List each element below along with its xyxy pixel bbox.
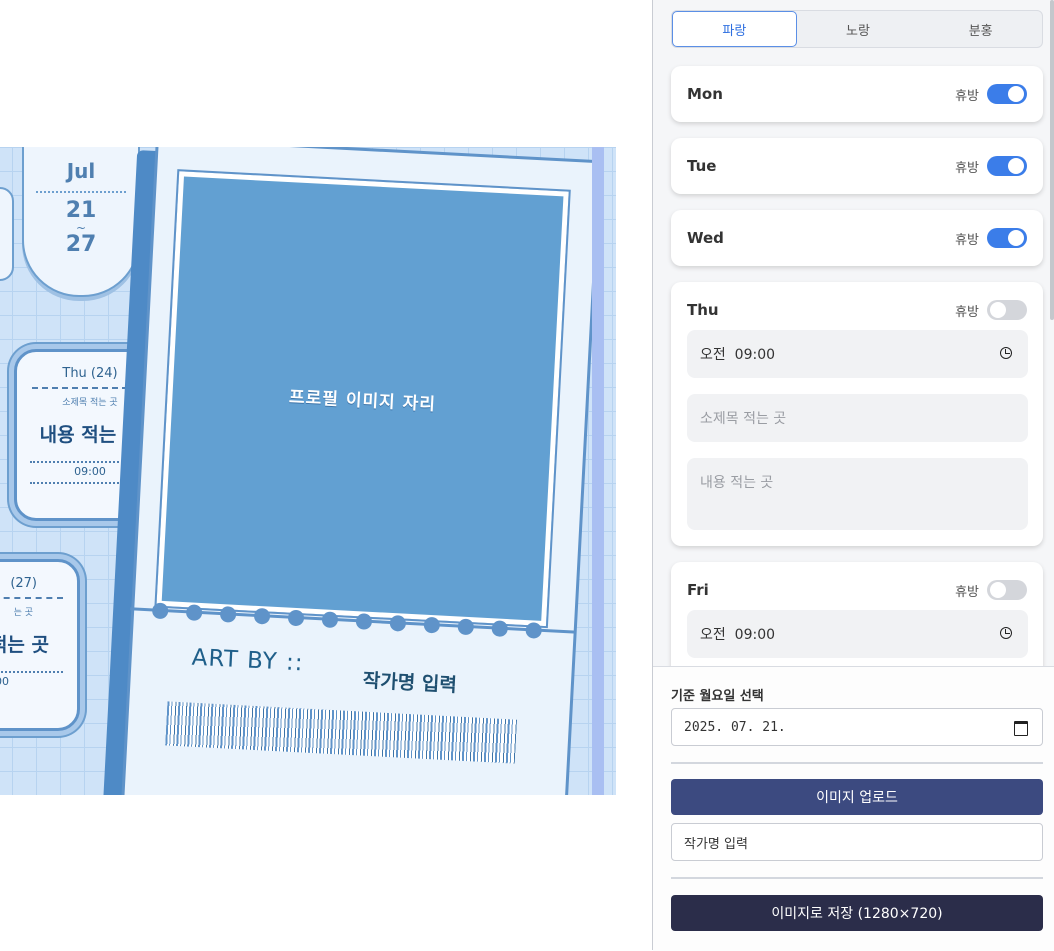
theme-tab-blue[interactable]: 파랑 <box>672 11 797 47</box>
base-monday-label: 기준 월요일 선택 <box>671 689 764 704</box>
day-name: Wed <box>687 229 724 247</box>
canvas-border <box>0 147 604 795</box>
divider <box>671 762 1043 764</box>
day-card-thu: Thu 휴방 오전 09:00 소제목 적는 곳 내용 적는 곳 <box>671 282 1043 546</box>
clock-icon[interactable] <box>1000 347 1012 359</box>
clock-icon[interactable] <box>1000 627 1012 639</box>
theme-tab-yellow[interactable]: 노랑 <box>797 11 920 47</box>
toggle-knob <box>1008 86 1024 102</box>
off-label: 휴방 <box>955 160 979 176</box>
theme-selector: 파랑 노랑 분홍 <box>671 10 1043 48</box>
day-name: Mon <box>687 85 723 103</box>
artist-name-input[interactable]: 작가명 입력 <box>671 823 1043 861</box>
schedule-canvas: Jul 21 ~ 27 Thu (24) 소제목 적는 곳 내용 적는 곳 09… <box>0 147 616 795</box>
off-label: 휴방 <box>955 304 979 320</box>
day-card-fri: Fri 휴방 오전 09:00 <box>671 562 1043 666</box>
off-toggle[interactable] <box>987 156 1027 176</box>
toggle-knob <box>1008 230 1024 246</box>
off-toggle[interactable] <box>987 84 1027 104</box>
content-textarea[interactable]: 내용 적는 곳 <box>687 458 1028 530</box>
image-upload-button[interactable]: 이미지 업로드 <box>671 779 1043 815</box>
subtitle-input[interactable]: 소제목 적는 곳 <box>687 394 1028 442</box>
time-value: 오전 09:00 <box>700 627 776 643</box>
panel-footer: 기준 월요일 선택 2025. 07. 21. 이미지 업로드 작가명 입력 이… <box>653 666 1054 951</box>
theme-tab-pink[interactable]: 분홍 <box>919 11 1042 47</box>
save-as-image-button[interactable]: 이미지로 저장 (1280×720) <box>671 895 1043 931</box>
time-input[interactable]: 오전 09:00 <box>687 610 1028 658</box>
off-label: 휴방 <box>955 88 979 104</box>
calendar-icon[interactable] <box>1014 721 1028 736</box>
toggle-knob <box>990 302 1006 318</box>
off-label: 휴방 <box>955 232 979 248</box>
date-value: 2025. 07. 21. <box>684 719 786 735</box>
off-toggle[interactable] <box>987 228 1027 248</box>
artist-input-value: 작가명 입력 <box>684 836 748 852</box>
subtitle-placeholder: 소제목 적는 곳 <box>700 411 787 427</box>
day-card-tue: Tue 휴방 <box>671 138 1043 194</box>
schedule-preview: Jul 21 ~ 27 Thu (24) 소제목 적는 곳 내용 적는 곳 09… <box>0 0 652 950</box>
base-monday-date-input[interactable]: 2025. 07. 21. <box>671 708 1043 746</box>
day-card-mon: Mon 휴방 <box>671 66 1043 122</box>
day-settings-scroll[interactable]: 파랑 노랑 분홍 Mon 휴방 Tue 휴방 Wed 휴방 Thu 휴방 오전 … <box>653 0 1054 666</box>
divider <box>671 877 1043 879</box>
day-name: Tue <box>687 157 717 175</box>
off-toggle[interactable] <box>987 300 1027 320</box>
time-value: 오전 09:00 <box>700 347 776 363</box>
off-toggle[interactable] <box>987 580 1027 600</box>
toggle-knob <box>990 582 1006 598</box>
off-label: 휴방 <box>955 584 979 600</box>
content-placeholder: 내용 적는 곳 <box>700 475 774 491</box>
toggle-knob <box>1008 158 1024 174</box>
time-input[interactable]: 오전 09:00 <box>687 330 1028 378</box>
day-name: Thu <box>687 301 719 319</box>
day-card-wed: Wed 휴방 <box>671 210 1043 266</box>
scrollbar-thumb[interactable] <box>1050 0 1054 320</box>
day-name: Fri <box>687 581 709 599</box>
settings-panel: 파랑 노랑 분홍 Mon 휴방 Tue 휴방 Wed 휴방 Thu 휴방 오전 … <box>652 0 1054 951</box>
